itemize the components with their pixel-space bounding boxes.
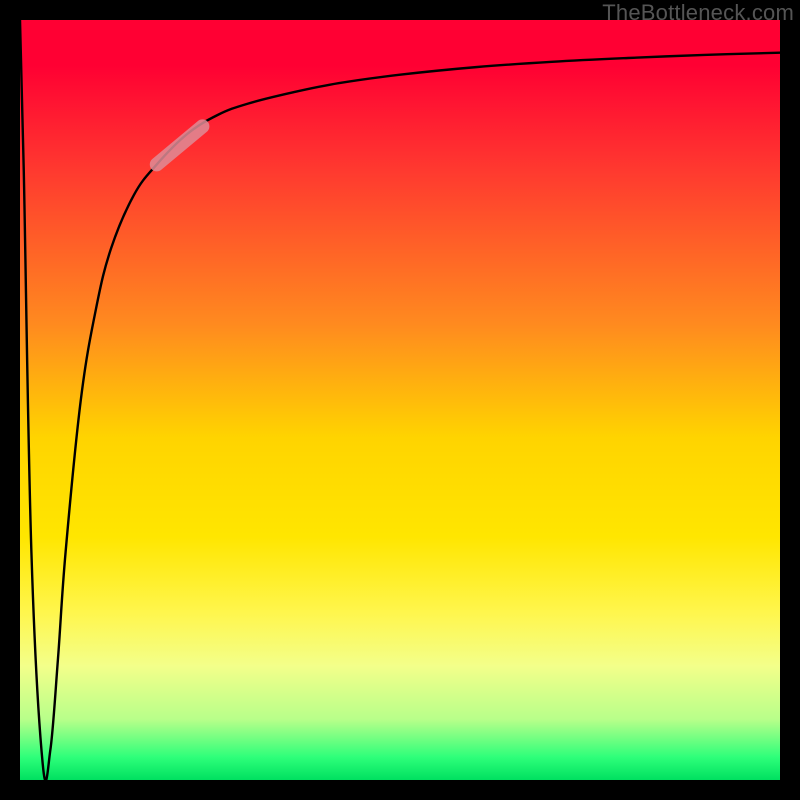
bottleneck-curve-path bbox=[20, 20, 780, 781]
chart-frame: TheBottleneck.com bbox=[0, 0, 800, 800]
highlight-segment bbox=[157, 126, 203, 164]
curve-svg bbox=[20, 20, 780, 780]
curve-layer bbox=[20, 20, 780, 781]
plot-area bbox=[20, 20, 780, 780]
